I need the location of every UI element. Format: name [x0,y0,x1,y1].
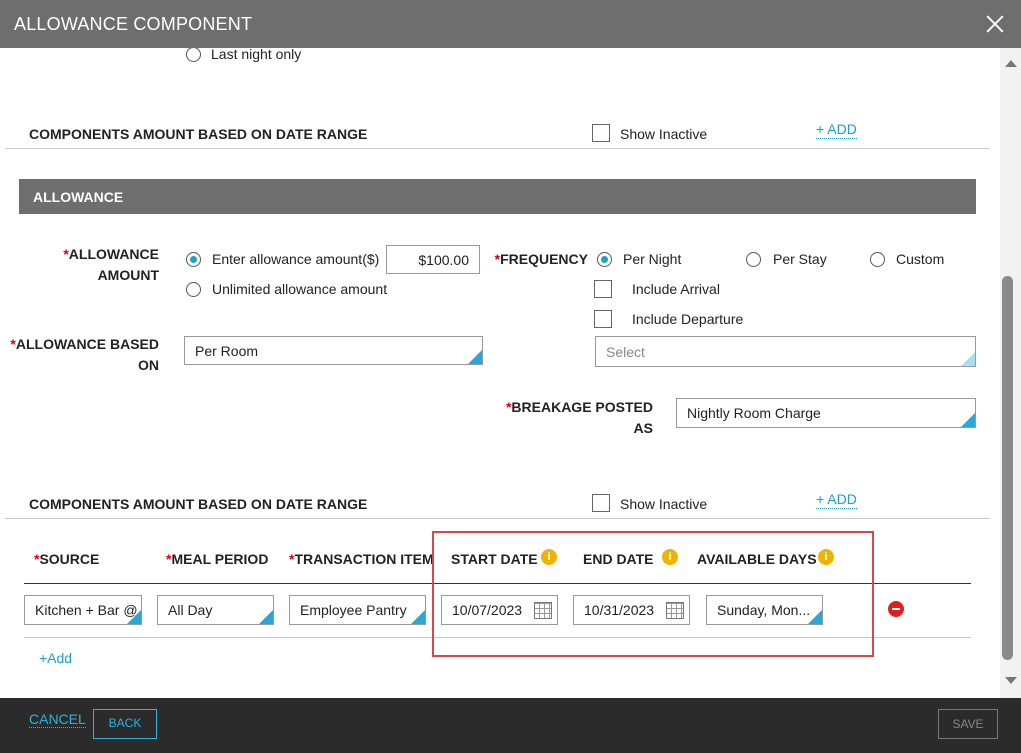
include-arrival-checkbox[interactable] [594,280,612,298]
per-night-radio[interactable] [597,252,612,267]
source-header: *SOURCE [34,551,100,567]
allowance-amount-input[interactable]: $100.00 [386,245,480,274]
enter-amount-radio[interactable] [186,252,201,267]
per-stay-label: Per Stay [773,251,827,267]
show-inactive-checkbox-2[interactable] [592,494,610,512]
allowance-based-on-dropdown[interactable]: Per Room [184,336,483,365]
highlight-box [432,531,874,657]
meal-period-header: *MEAL PERIOD [166,551,269,567]
add-row-link[interactable]: +Add [39,650,72,666]
dialog-title: ALLOWANCE COMPONENT [14,14,253,34]
meal-period-dropdown[interactable]: All Day [157,595,274,625]
show-inactive-label-1: Show Inactive [620,126,708,142]
scroll-up-arrow-icon[interactable] [1005,60,1017,67]
enter-amount-label: Enter allowance amount($) [212,251,380,267]
divider [5,518,990,519]
per-stay-radio[interactable] [746,252,761,267]
show-inactive-label-2: Show Inactive [620,496,708,512]
close-icon[interactable] [985,14,1005,34]
include-departure-checkbox[interactable] [594,310,612,328]
allowance-amount-label: *ALLOWANCE AMOUNT [63,246,159,283]
remove-row-icon[interactable] [888,601,904,617]
custom-radio[interactable] [870,252,885,267]
transaction-item-dropdown[interactable]: Employee Pantry [289,595,426,625]
dialog-footer: CANCEL BACK SAVE [0,698,1021,753]
allowance-based-on-label: *ALLOWANCE BASED ON [10,336,159,373]
show-inactive-checkbox-1[interactable] [592,124,610,142]
custom-label: Custom [896,251,945,267]
dialog-title-bar: ALLOWANCE COMPONENT [0,0,1021,48]
vertical-scrollbar[interactable] [1000,48,1021,698]
divider [5,148,990,149]
include-arrival-label: Include Arrival [632,281,720,297]
unlimited-amount-radio[interactable] [186,282,201,297]
cancel-button[interactable]: CANCEL [29,711,86,728]
scroll-down-arrow-icon[interactable] [1005,677,1017,684]
allowance-section-header: ALLOWANCE [19,179,976,214]
back-button[interactable]: BACK [93,709,157,739]
components-section-1-title: COMPONENTS AMOUNT BASED ON DATE RANGE [29,126,368,142]
unlimited-amount-label: Unlimited allowance amount [212,281,388,297]
include-departure-label: Include Departure [632,311,744,327]
components-section-2-title: COMPONENTS AMOUNT BASED ON DATE RANGE [29,496,368,512]
add-component-link-1[interactable]: + ADD [816,121,857,139]
add-component-link-2[interactable]: + ADD [816,491,857,509]
frequency-label: *FREQUENCY [494,251,588,267]
last-night-only-label: Last night only [211,48,302,62]
transaction-item-header: *TRANSACTION ITEM [289,551,434,567]
last-night-only-radio[interactable] [186,48,201,62]
scrollbar-thumb[interactable] [1002,276,1013,660]
save-button[interactable]: SAVE [938,709,998,739]
custom-days-placeholder: Select [606,343,645,360]
source-dropdown[interactable]: Kitchen + Bar @ [24,595,142,625]
breakage-posted-as-dropdown[interactable]: Nightly Room Charge [676,398,976,428]
dialog-content: Last night only COMPONENTS AMOUNT BASED … [0,48,1000,698]
breakage-posted-as-label: *BREAKAGE POSTED AS [505,399,653,436]
per-night-label: Per Night [623,251,682,267]
allowance-section-title: ALLOWANCE [33,189,124,205]
custom-days-select[interactable]: Select [595,336,976,367]
